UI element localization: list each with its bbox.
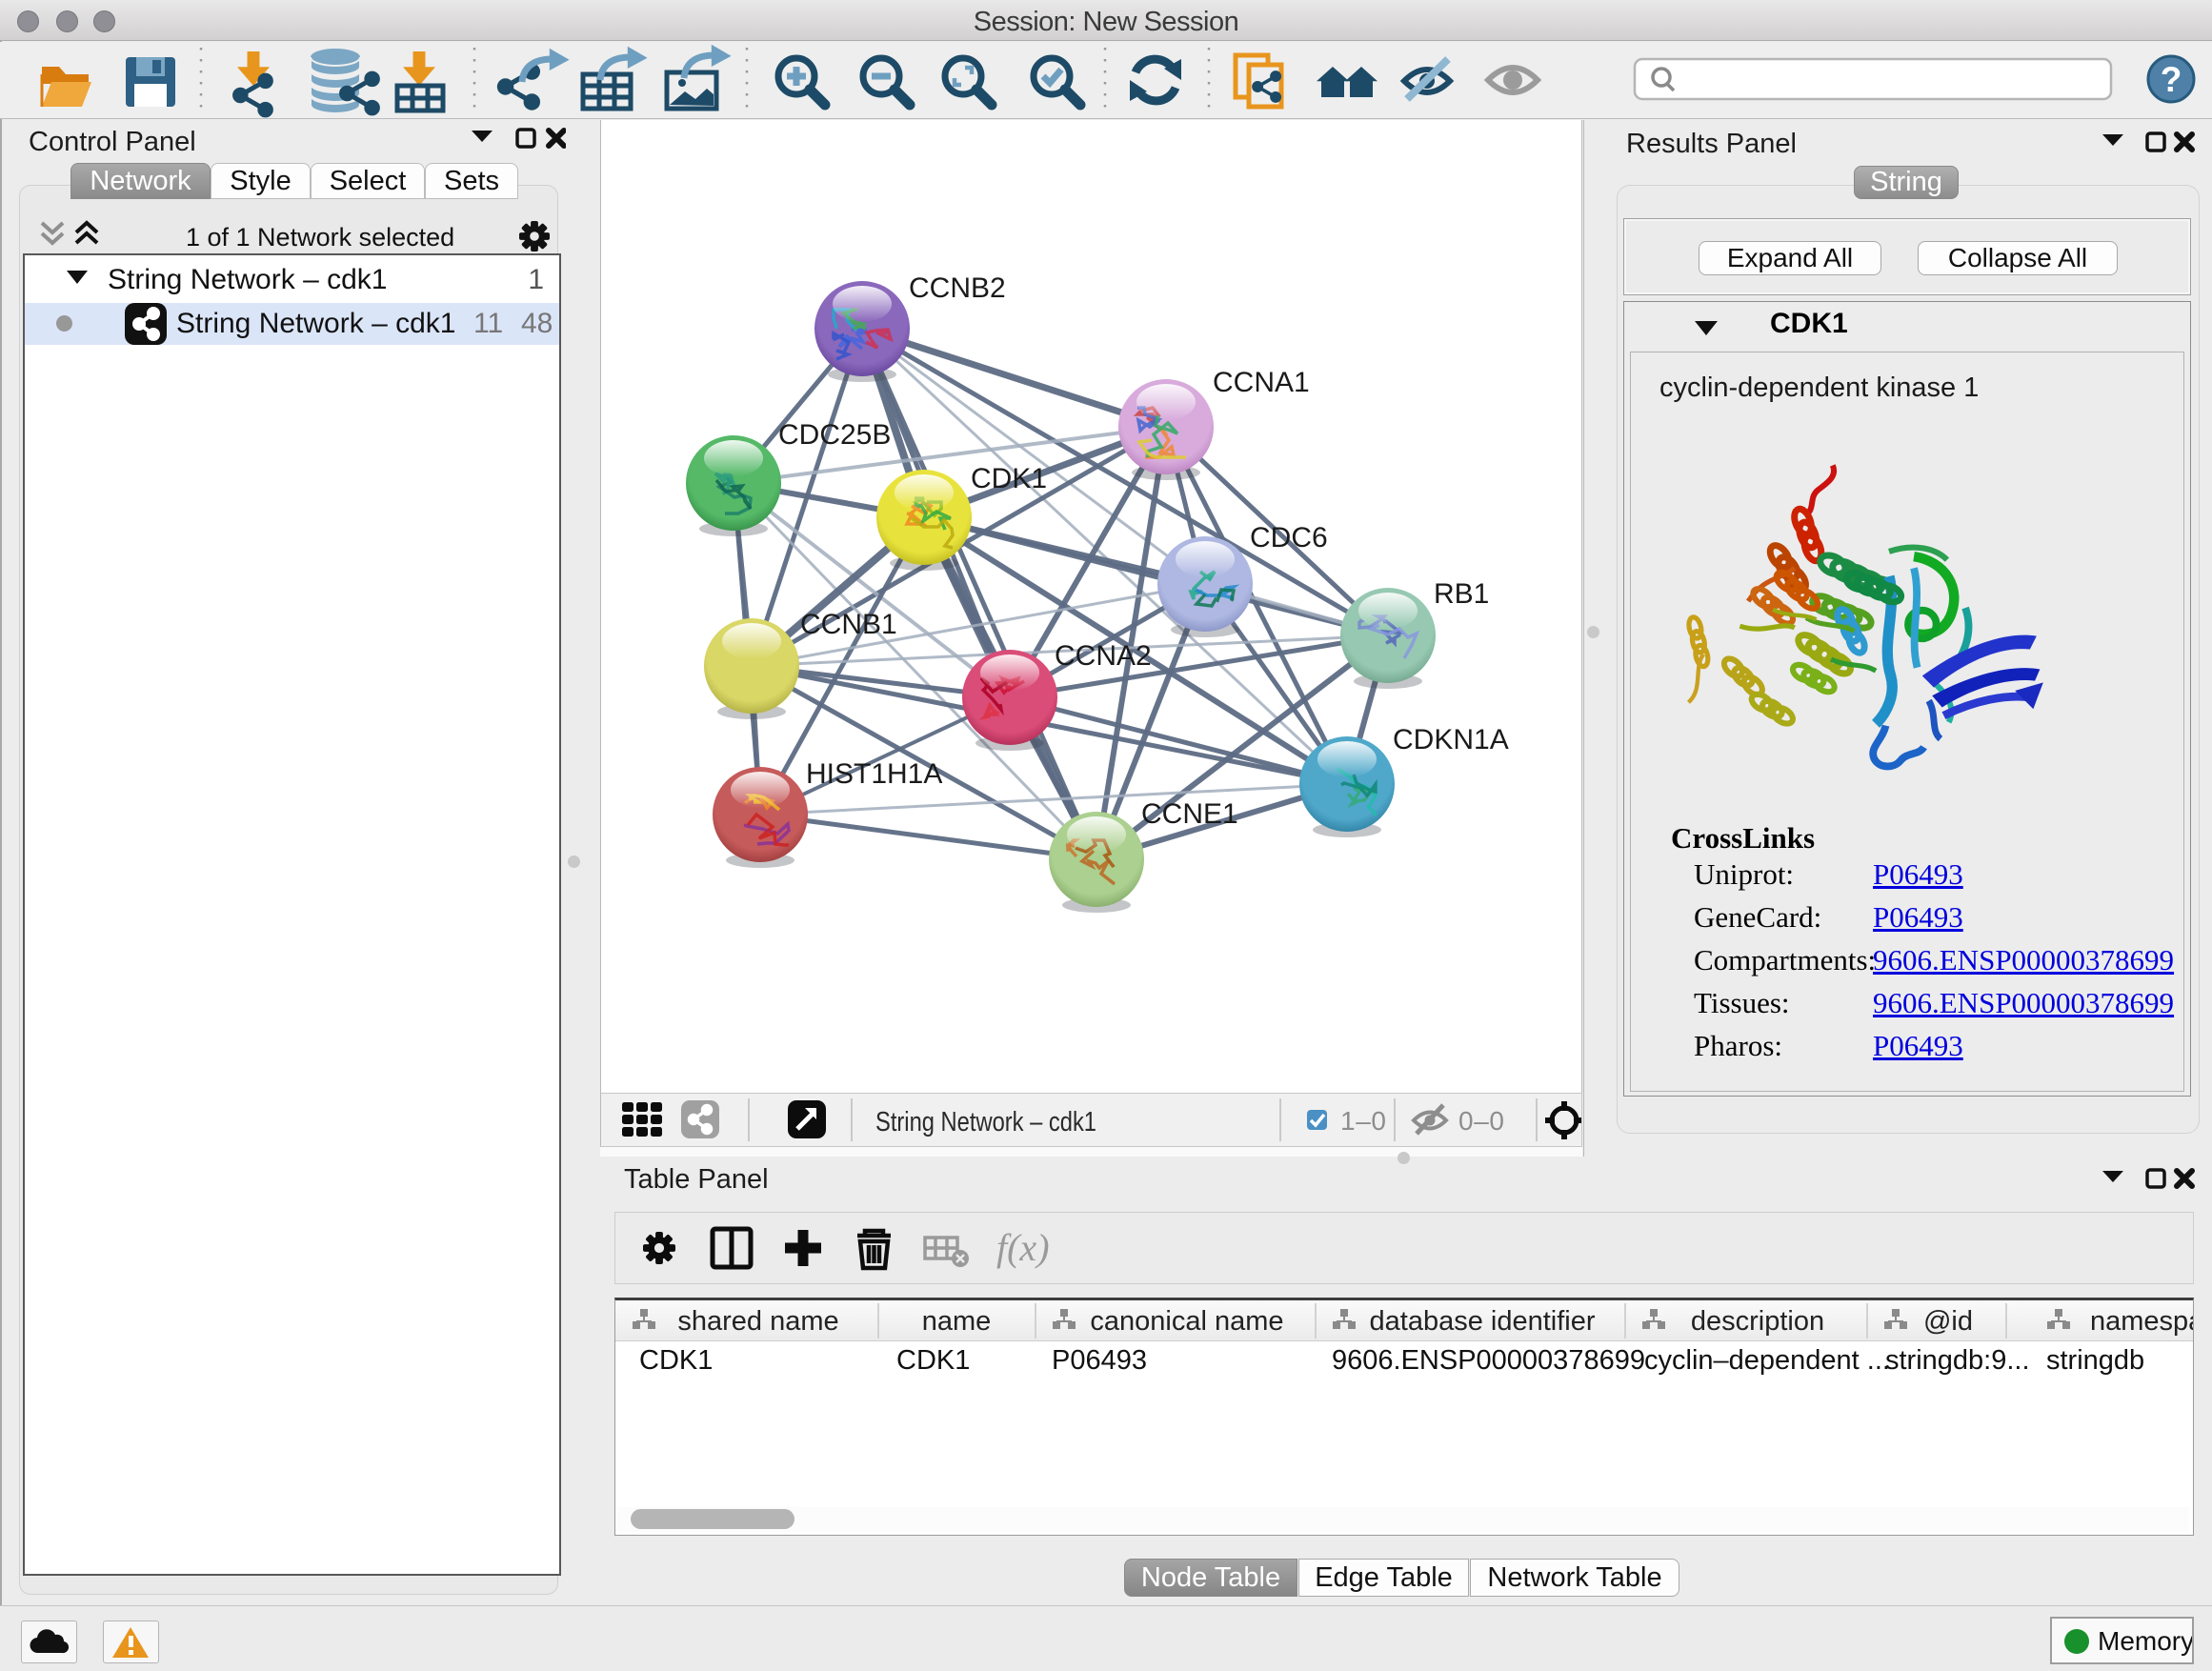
svg-text:1–0: 1–0 bbox=[1340, 1106, 1386, 1136]
svg-text:cyclin–dependent ...: cyclin–dependent ... bbox=[1644, 1345, 1890, 1376]
svg-text:stringdb:9...: stringdb:9... bbox=[1885, 1345, 2030, 1376]
svg-text:CDC25B: CDC25B bbox=[778, 419, 891, 451]
svg-text:P06493: P06493 bbox=[1052, 1345, 1147, 1376]
svg-text:CCNE1: CCNE1 bbox=[1141, 798, 1238, 830]
svg-text:CCNA1: CCNA1 bbox=[1213, 367, 1310, 398]
svg-text:shared name: shared name bbox=[677, 1306, 838, 1337]
svg-text:@id: @id bbox=[1923, 1306, 1973, 1337]
svg-text:description: description bbox=[1691, 1306, 1824, 1337]
svg-text:String Network – cdk1: String Network – cdk1 bbox=[875, 1107, 1096, 1137]
svg-text:Memory: Memory bbox=[2098, 1626, 2192, 1656]
svg-text:HIST1H1A: HIST1H1A bbox=[806, 758, 942, 790]
svg-text:CDK1: CDK1 bbox=[971, 463, 1047, 494]
svg-text:1 of 1 Network selected: 1 of 1 Network selected bbox=[186, 223, 454, 252]
svg-text:f(x): f(x) bbox=[996, 1226, 1050, 1269]
svg-text:0–0: 0–0 bbox=[1458, 1106, 1504, 1136]
svg-text:CCNB2: CCNB2 bbox=[909, 272, 1006, 304]
svg-text:CDC6: CDC6 bbox=[1250, 522, 1328, 554]
svg-text:CCNA2: CCNA2 bbox=[1055, 640, 1152, 672]
svg-text:name: name bbox=[922, 1306, 992, 1337]
svg-text:stringdb: stringdb bbox=[2046, 1345, 2144, 1376]
svg-text:database identifier: database identifier bbox=[1370, 1306, 1596, 1337]
svg-text:CCNB1: CCNB1 bbox=[800, 609, 897, 640]
svg-text:?: ? bbox=[2161, 60, 2182, 99]
svg-text:RB1: RB1 bbox=[1434, 578, 1489, 610]
svg-text:CDKN1A: CDKN1A bbox=[1393, 724, 1509, 755]
svg-text:namespace: namespace bbox=[2090, 1306, 2193, 1337]
svg-text:CDK1: CDK1 bbox=[896, 1345, 970, 1376]
svg-text:canonical name: canonical name bbox=[1090, 1306, 1283, 1337]
svg-text:9606.ENSP00000378699: 9606.ENSP00000378699 bbox=[1332, 1345, 1645, 1376]
svg-text:CDK1: CDK1 bbox=[639, 1345, 713, 1376]
